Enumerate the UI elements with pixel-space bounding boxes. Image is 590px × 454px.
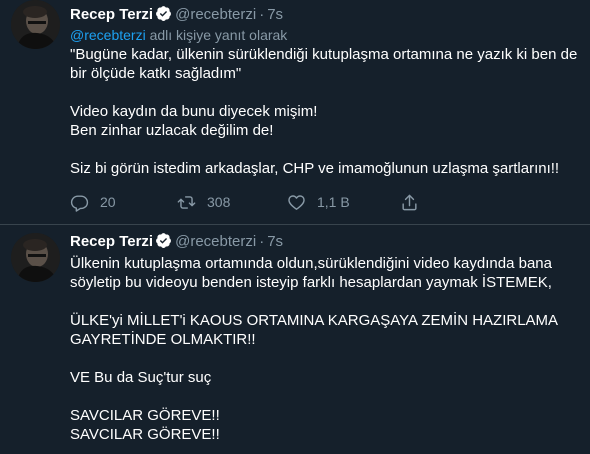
tweet-text-line: söyletip bu videoyu benden isteyip farkl…: [70, 274, 552, 291]
tweet-text-line: Ülkenin kutuplaşma ortamında oldun,sürük…: [70, 255, 552, 272]
tweet-text-line: GAYRETİNDE OLMAKTIR!!: [70, 331, 256, 348]
avatar[interactable]: [11, 0, 60, 49]
separator-dot: ·: [259, 233, 265, 250]
verified-badge-icon: [156, 233, 172, 248]
tweet-text-line: [70, 140, 580, 159]
reply-count: 20: [100, 194, 116, 210]
tweet-text: "Bugüne kadar, ülkenin sürüklendiği kutu…: [70, 45, 580, 178]
retweet-icon: [177, 195, 196, 209]
avatar[interactable]: [11, 233, 60, 282]
retweet-button[interactable]: 308: [177, 190, 230, 214]
verified-badge-icon: [156, 6, 172, 21]
tweet-text-line: VE Bu da Suç'tur suç: [70, 369, 212, 386]
reply-icon: [70, 194, 89, 212]
reply-mention-link[interactable]: @recebterzi: [70, 27, 146, 43]
tweet-text-line: [70, 83, 580, 102]
tweet-header: Recep Terzi @recebterzi · 7s: [70, 231, 580, 253]
timestamp[interactable]: 7s: [267, 233, 283, 250]
tweet-text-line: [70, 349, 580, 368]
author-name[interactable]: Recep Terzi: [70, 233, 153, 250]
retweet-count: 308: [207, 194, 231, 210]
author-name[interactable]: Recep Terzi: [70, 6, 153, 23]
tweet-text-line: SAVCILAR GÖREVE!!: [70, 407, 220, 424]
tweet-text-line: SAVCILAR GÖREVE!!: [70, 426, 220, 443]
share-icon: [402, 194, 417, 210]
like-button[interactable]: 1,1 B: [287, 190, 350, 214]
author-handle[interactable]: @recebterzi: [175, 6, 256, 23]
tweet-header: Recep Terzi @recebterzi · 7s: [70, 4, 580, 26]
tweet-text: Ülkenin kutuplaşma ortamında oldun,sürük…: [70, 254, 580, 444]
reply-context-text: adlı kişiye yanıt olarak: [145, 27, 288, 43]
reply-context: @recebterzi adlı kişiye yanıt olarak: [70, 26, 580, 44]
tweet-text-line: bir ölçüde katkı sağladım": [70, 65, 242, 82]
tweet-text-line: Siz bi görün istedim arkadaşlar, CHP ve …: [70, 160, 560, 177]
timestamp[interactable]: 7s: [267, 6, 283, 23]
tweet-text-line: [70, 387, 580, 406]
heart-icon: [288, 194, 305, 210]
tweet[interactable]: Recep Terzi @recebterzi · 7s Ülkenin kutupl…: [0, 225, 590, 454]
reply-button[interactable]: 20: [70, 190, 116, 214]
share-button[interactable]: [400, 190, 419, 214]
tweet[interactable]: Recep Terzi @recebterzi · 7s @recebterzi ad…: [0, 0, 590, 225]
like-count: 1,1 B: [317, 194, 350, 210]
tweet-text-line: Ben zinhar uzlacak değilim de!: [70, 122, 274, 139]
tweet-text-line: "Bugüne kadar, ülkenin sürüklendiği kutu…: [70, 46, 578, 63]
author-handle[interactable]: @recebterzi: [175, 233, 256, 250]
separator-dot: ·: [259, 6, 265, 23]
tweet-text-line: Video kaydın da bunu diyecek mişim!: [70, 103, 318, 120]
tweet-actions: 20 308 1,1 B: [70, 190, 510, 214]
tweet-text-line: [70, 292, 580, 311]
tweet-text-line: ÜLKE'yi MİLLET'i KAOUS ORTAMINA KARGAŞAY…: [70, 312, 559, 329]
